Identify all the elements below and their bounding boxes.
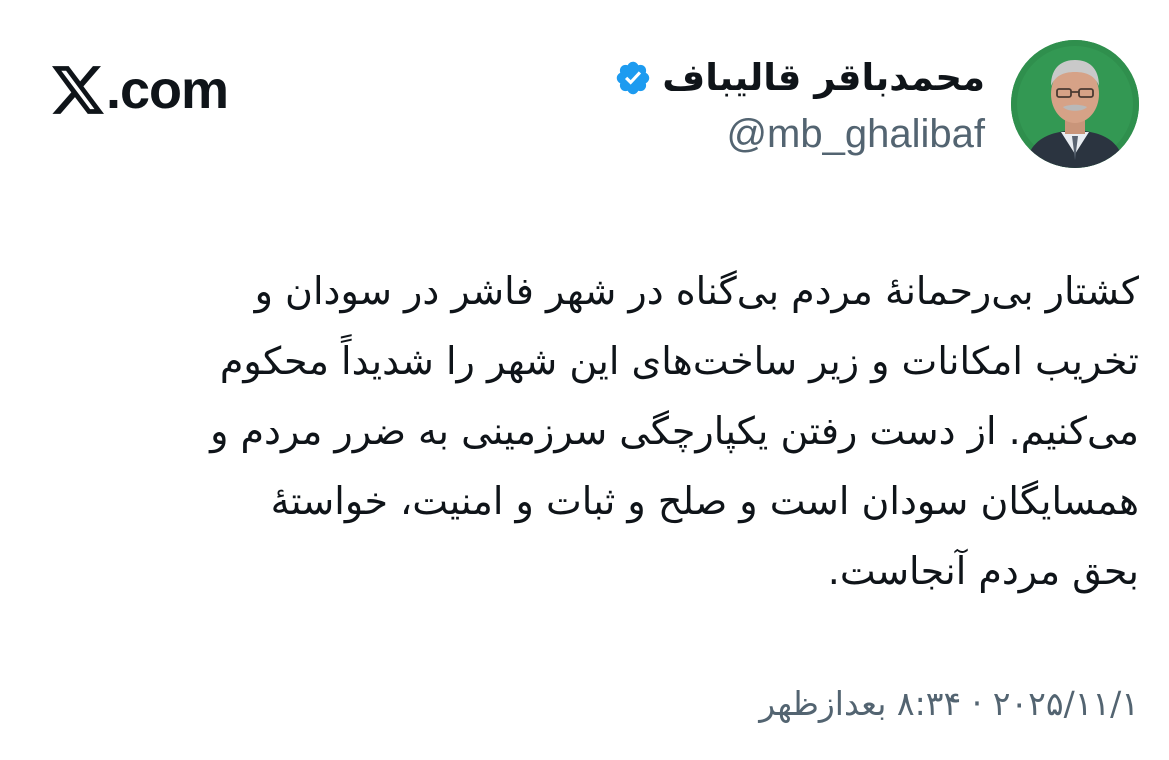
author-display-name[interactable]: محمدباقر قالیباف <box>662 50 985 106</box>
author-block: محمدباقر قالیباف @mb_ghalibaf <box>614 50 985 162</box>
brand-domain-text: .com <box>106 60 229 120</box>
verified-badge-icon <box>617 61 650 95</box>
tweet-line: کشتار بی‌رحمانهٔ مردم بی‌گناه در شهر فاش… <box>254 269 1139 313</box>
tweet-text: کشتار بی‌رحمانهٔ مردم بی‌گناه در شهر فاش… <box>34 256 1139 606</box>
x-brand[interactable]: .com <box>52 58 229 122</box>
author-handle[interactable]: @mb_ghalibaf <box>614 106 985 162</box>
tweet-line: بحق مردم آنجاست. <box>827 549 1139 593</box>
avatar[interactable] <box>1011 40 1139 168</box>
author-name-row: محمدباقر قالیباف <box>614 50 985 106</box>
x-logo-icon <box>52 66 104 114</box>
tweet-line: همسایگان سودان است و صلح و ثبات و امنیت،… <box>270 479 1139 523</box>
tweet-timestamp[interactable]: ۲۰۲۵/۱۱/۱ · ۸:۳۴ بعدازظهر <box>759 676 1139 732</box>
profile-photo <box>1011 40 1139 168</box>
tweet-line: تخریب امکانات و زیر ساخت‌های این شهر را … <box>219 339 1139 383</box>
tweet-line: می‌کنیم. از دست رفتن یکپارچگی سرزمینی به… <box>210 409 1139 453</box>
